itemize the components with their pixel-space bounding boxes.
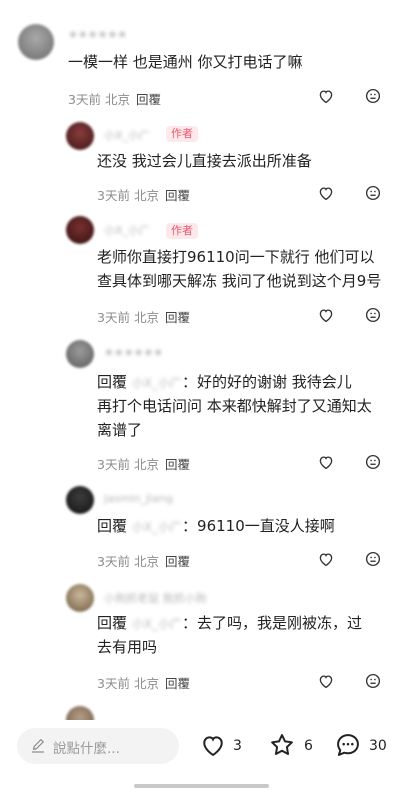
- comment-location: 北京: [133, 676, 159, 691]
- favorite-button[interactable]: 6: [268, 731, 318, 759]
- heart-icon[interactable]: [317, 672, 335, 690]
- reply-button[interactable]: 回覆: [165, 676, 190, 691]
- favorite-count: 6: [304, 738, 313, 754]
- comments-button[interactable]: 30: [334, 731, 394, 759]
- avatar[interactable]: [66, 706, 94, 720]
- comment-text-line[interactable]: 回覆 小X_小广：去了吗，我是刚被冻，过: [97, 611, 362, 636]
- reply-item: 小狗抓老鼠 我抓小狗 回覆 小X_小广：去了吗，我是刚被冻，过 去有用吗 3天前…: [0, 0, 403, 700]
- pen-icon: [32, 739, 44, 753]
- heart-icon: [203, 736, 223, 757]
- comment-text: ：去了吗，我是刚被冻，过: [182, 614, 363, 632]
- comment-input[interactable]: 說點什麼...: [17, 728, 179, 764]
- star-icon: [271, 734, 293, 755]
- comment-text-line[interactable]: 去有用吗: [97, 635, 157, 659]
- dislike-face-icon[interactable]: [364, 672, 382, 690]
- like-count: 3: [233, 738, 242, 754]
- avatar[interactable]: [66, 584, 94, 612]
- commenter-name[interactable]: 小狗抓老鼠 我抓小狗: [104, 590, 207, 606]
- reply-prefix: 回覆: [97, 614, 128, 632]
- like-button[interactable]: 3: [199, 731, 247, 759]
- comment-time: 3天前: [97, 676, 130, 691]
- home-indicator: [134, 784, 269, 788]
- bottom-action-bar: 說點什麼... 3 6 30: [0, 720, 403, 800]
- comment-meta: 3天前 北京 回覆: [97, 673, 190, 692]
- chat-bubble-icon: [337, 734, 359, 756]
- comment-count: 30: [369, 738, 387, 754]
- comment-input-placeholder: 說點什麼...: [53, 741, 120, 757]
- reply-target-name[interactable]: 小X_小广: [132, 617, 182, 631]
- comment-feed: ★★★★★★ 一模一样 也是通州 你又打电话了嘛 3天前 北京 回覆 小X_小广 作…: [0, 0, 403, 720]
